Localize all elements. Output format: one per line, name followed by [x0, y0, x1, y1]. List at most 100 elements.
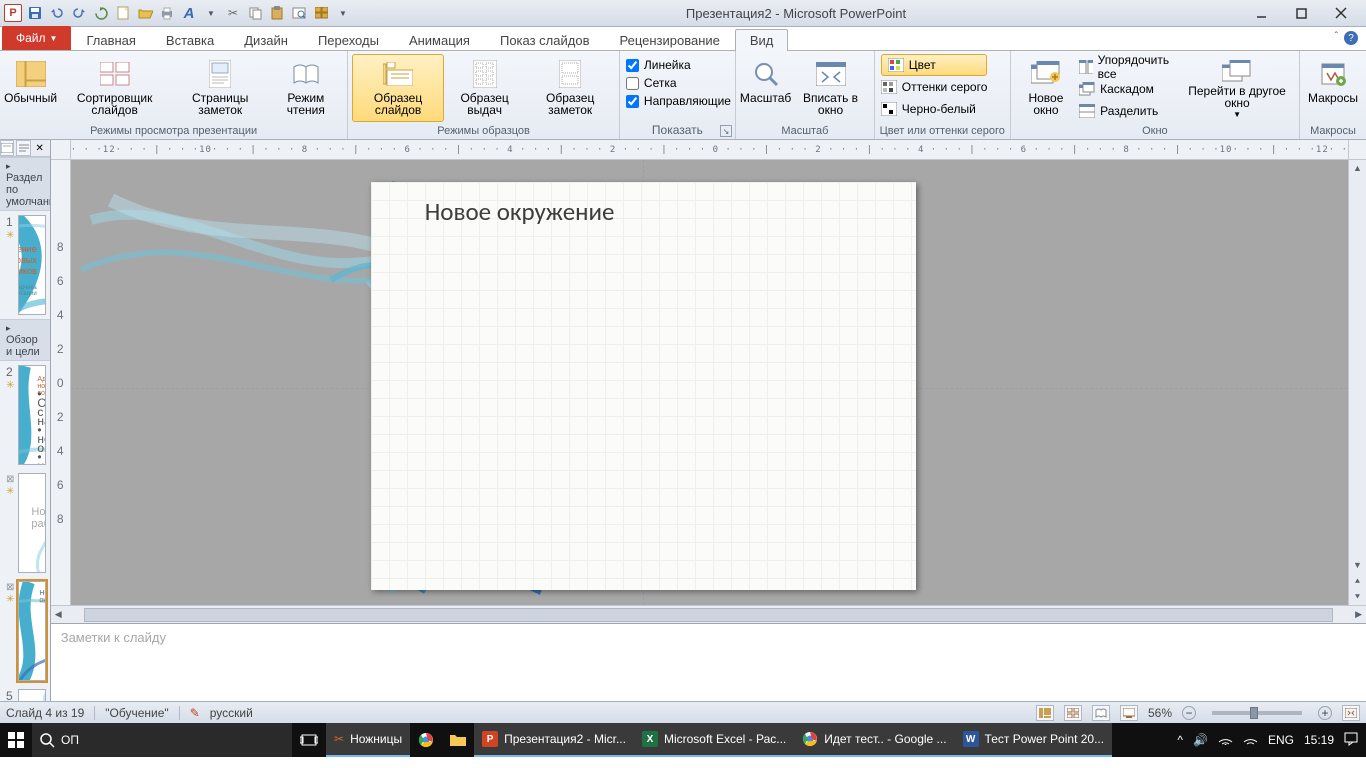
- language-indicator[interactable]: русский: [210, 706, 253, 720]
- qat-dropdown-icon[interactable]: ▼: [202, 4, 220, 22]
- prev-slide-icon[interactable]: ⯅: [1349, 573, 1366, 589]
- tab-insert[interactable]: Вставка: [151, 29, 229, 51]
- fit-window-button[interactable]: Вписать в окно: [791, 54, 870, 122]
- reading-view-icon[interactable]: [1092, 705, 1110, 721]
- scroll-up-icon[interactable]: ▲: [1349, 160, 1366, 176]
- task-snip[interactable]: ✂Ножницы: [326, 723, 410, 757]
- scroll-right-icon[interactable]: ▶: [1351, 609, 1366, 620]
- qat-undo-icon[interactable]: [48, 4, 66, 22]
- slide-thumb-3[interactable]: ⊠✳ Новая работа: [0, 469, 50, 577]
- zoom-button[interactable]: Масштаб: [740, 54, 791, 122]
- outline-tab-icon[interactable]: [16, 140, 30, 156]
- tab-transitions[interactable]: Переходы: [303, 29, 394, 51]
- task-word[interactable]: WТест Power Point 20...: [955, 723, 1113, 757]
- fit-slide-icon[interactable]: [1342, 705, 1360, 721]
- qat-preview-icon[interactable]: [290, 4, 308, 22]
- macros-button[interactable]: Макросы: [1304, 54, 1362, 122]
- maximize-button[interactable]: [1288, 3, 1314, 23]
- qat-save-icon[interactable]: [26, 4, 44, 22]
- split-button[interactable]: Разделить: [1079, 100, 1177, 122]
- slides-tab-icon[interactable]: [0, 140, 14, 156]
- switch-windows-button[interactable]: Перейти в другое окно▼: [1179, 54, 1295, 122]
- task-chrome2[interactable]: Идет тест.. - Google ...: [794, 723, 954, 757]
- gridlines-checkbox[interactable]: Сетка: [626, 74, 731, 92]
- slide-thumb-5[interactable]: 5✳ Новые коллеги: [0, 685, 50, 701]
- qat-customize-icon[interactable]: ▼: [334, 4, 352, 22]
- tab-file[interactable]: Файл▼: [2, 26, 71, 50]
- tab-animation[interactable]: Анимация: [394, 29, 485, 51]
- zoom-level[interactable]: 56%: [1148, 706, 1172, 720]
- slide-master-button[interactable]: Образец слайдов: [352, 54, 444, 122]
- vertical-scrollbar[interactable]: ▲ ▼ ⯅ ⯆: [1348, 160, 1366, 605]
- section-default[interactable]: Раздел по умолчанию: [0, 157, 50, 211]
- tab-design[interactable]: Дизайн: [229, 29, 303, 51]
- grayscale-button[interactable]: Оттенки серого: [881, 76, 988, 98]
- task-excel[interactable]: XMicrosoft Excel - Рас...: [634, 723, 794, 757]
- zoom-slider[interactable]: [1212, 711, 1302, 715]
- normal-view-button[interactable]: Обычный: [4, 54, 57, 122]
- notes-pane[interactable]: Заметки к слайду: [51, 623, 1366, 701]
- minimize-button[interactable]: [1248, 3, 1274, 23]
- dialog-launcher-icon[interactable]: ↘: [720, 125, 732, 137]
- reading-view-button[interactable]: Режим чтения: [268, 54, 343, 122]
- theme-indicator[interactable]: "Обучение": [105, 706, 168, 720]
- qat-new-icon[interactable]: [114, 4, 132, 22]
- tab-home[interactable]: Главная: [71, 29, 150, 51]
- qat-grid-icon[interactable]: [312, 4, 330, 22]
- tray-clock[interactable]: 15:19: [1304, 733, 1334, 747]
- close-button[interactable]: [1328, 3, 1354, 23]
- qat-copy-icon[interactable]: [246, 4, 264, 22]
- start-button[interactable]: [0, 723, 32, 757]
- slide-sorter-button[interactable]: Сортировщик слайдов: [57, 54, 172, 122]
- tray-network-icon[interactable]: [1218, 733, 1233, 748]
- color-button[interactable]: Цвет: [881, 54, 988, 76]
- tab-slideshow[interactable]: Показ слайдов: [485, 29, 605, 51]
- taskview-button[interactable]: [292, 723, 326, 757]
- task-powerpoint[interactable]: PПрезентация2 - Micr...: [474, 723, 634, 757]
- guides-checkbox[interactable]: Направляющие: [626, 92, 731, 110]
- sorter-view-icon[interactable]: [1064, 705, 1082, 721]
- slideshow-view-icon[interactable]: [1120, 705, 1138, 721]
- slide-canvas[interactable]: Новое окружение: [71, 160, 1348, 605]
- spellcheck-icon[interactable]: ✎: [190, 706, 200, 720]
- slide-title[interactable]: Новое окружение: [425, 196, 615, 227]
- horizontal-ruler[interactable]: · · ·12· · · | · · ·10· · · | · · · 8 · …: [71, 140, 1348, 160]
- vertical-ruler[interactable]: 864202468: [51, 160, 71, 605]
- qat-print-icon[interactable]: [158, 4, 176, 22]
- task-chrome[interactable]: [410, 723, 442, 757]
- next-slide-icon[interactable]: ⯆: [1349, 589, 1366, 605]
- tray-notifications-icon[interactable]: [1344, 732, 1358, 749]
- scroll-down-icon[interactable]: ▼: [1349, 557, 1366, 573]
- help-icon[interactable]: ?: [1344, 31, 1358, 45]
- tray-chevron-icon[interactable]: ^: [1177, 733, 1183, 747]
- tray-wifi-icon[interactable]: [1243, 733, 1258, 748]
- search-button[interactable]: ОП: [32, 723, 292, 757]
- ruler-checkbox[interactable]: Линейка: [626, 56, 731, 74]
- qat-cut-icon[interactable]: ✂: [224, 4, 242, 22]
- arrange-all-button[interactable]: Упорядочить все: [1079, 56, 1177, 78]
- tray-language[interactable]: ENG: [1268, 733, 1294, 747]
- slide-thumb-1[interactable]: 1✳ Обучение новых сотрудников Имя доклад…: [0, 211, 50, 319]
- horizontal-scrollbar[interactable]: ◀ ▶: [51, 605, 1366, 623]
- notes-master-button[interactable]: Образец заметок: [525, 54, 615, 122]
- normal-view-icon[interactable]: [1036, 705, 1054, 721]
- slide-thumb-4[interactable]: ⊠✳ Новое окружение: [0, 577, 50, 685]
- qat-open-icon[interactable]: [136, 4, 154, 22]
- tab-view[interactable]: Вид: [735, 29, 789, 51]
- section-overview[interactable]: Обзор и цели: [0, 319, 50, 361]
- scroll-left-icon[interactable]: ◀: [51, 609, 66, 620]
- qat-redo-icon[interactable]: [70, 4, 88, 22]
- qat-refresh-icon[interactable]: [92, 4, 110, 22]
- task-explorer[interactable]: [442, 723, 474, 757]
- slide-thumb-2[interactable]: 2✳ Адаптация нового сотрудника • Ознаком…: [0, 361, 50, 469]
- slide-indicator[interactable]: Слайд 4 из 19: [6, 706, 84, 720]
- slide[interactable]: Новое окружение: [371, 182, 916, 590]
- qat-quickprint-icon[interactable]: A: [180, 4, 198, 22]
- zoom-in-button[interactable]: +: [1318, 706, 1332, 720]
- handout-master-button[interactable]: Образец выдач: [444, 54, 526, 122]
- qat-paste-icon[interactable]: [268, 4, 286, 22]
- blackwhite-button[interactable]: Черно-белый: [881, 98, 988, 120]
- zoom-out-button[interactable]: −: [1182, 706, 1196, 720]
- tray-volume-icon[interactable]: 🔊: [1193, 733, 1208, 747]
- cascade-button[interactable]: Каскадом: [1079, 78, 1177, 100]
